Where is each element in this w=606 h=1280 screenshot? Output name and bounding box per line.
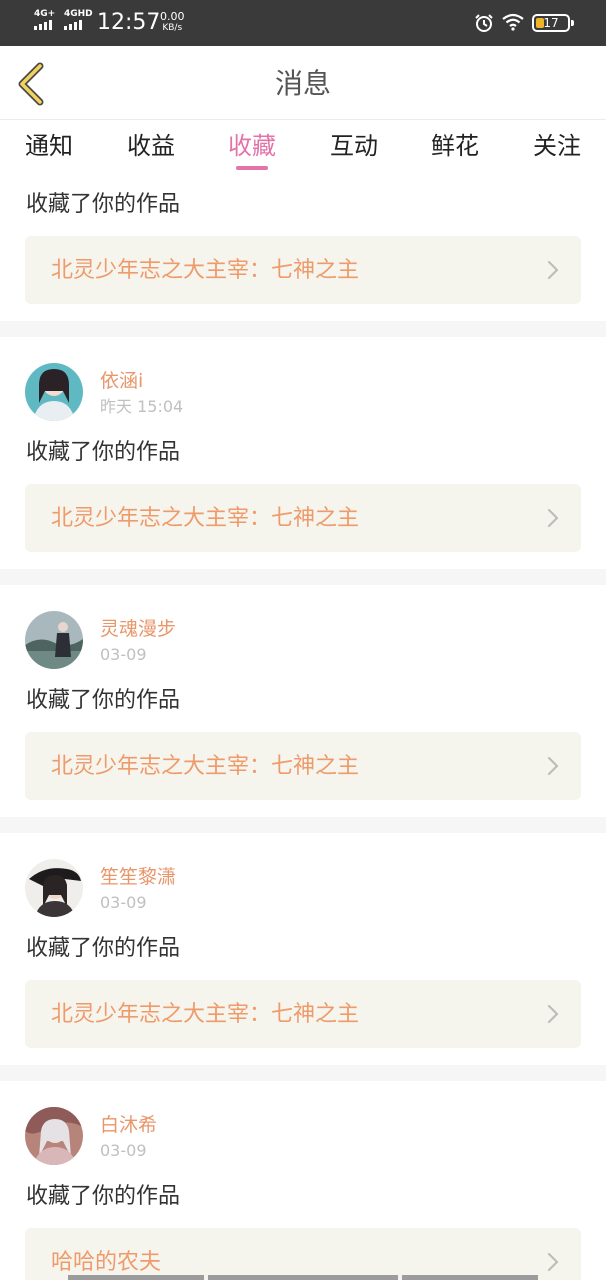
work-title: 北灵少年志之大主宰：七神之主 (51, 258, 360, 283)
favorite-action-text: 收藏了你的作品 (26, 192, 181, 217)
item-divider (0, 1065, 606, 1081)
gesture-bar (0, 1275, 606, 1280)
chevron-right-icon (547, 508, 559, 528)
chevron-right-icon (547, 1252, 559, 1272)
work-title: 北灵少年志之大主宰：七神之主 (51, 506, 360, 531)
avatar[interactable] (25, 611, 83, 669)
work-card[interactable]: 北灵少年志之大主宰：七神之主 (25, 980, 581, 1048)
username[interactable]: 依涵i (100, 369, 143, 393)
app-root: 4G+ 4GHD 12:57 0.00 KB/s 17 消息 通知 收益 收藏 … (0, 0, 606, 1280)
favorite-action-text: 收藏了你的作品 (26, 440, 181, 465)
avatar[interactable] (25, 363, 83, 421)
timestamp: 03-09 (100, 645, 147, 664)
avatar[interactable] (25, 859, 83, 917)
username[interactable]: 笙笙黎潇 (100, 865, 176, 889)
work-title: 北灵少年志之大主宰：七神之主 (51, 1002, 360, 1027)
item-divider (0, 817, 606, 833)
favorite-action-text: 收藏了你的作品 (26, 936, 181, 961)
work-card[interactable]: 北灵少年志之大主宰：七神之主 (25, 484, 581, 552)
username[interactable]: 白沐希 (100, 1113, 157, 1137)
chevron-right-icon (547, 756, 559, 776)
work-card[interactable]: 哈哈的农夫 (25, 1228, 581, 1280)
work-title: 北灵少年志之大主宰：七神之主 (51, 754, 360, 779)
work-card[interactable]: 北灵少年志之大主宰：七神之主 (25, 236, 581, 304)
chevron-right-icon (547, 1004, 559, 1024)
favorite-action-text: 收藏了你的作品 (26, 1184, 181, 1209)
timestamp: 昨天 15:04 (100, 397, 184, 416)
chevron-right-icon (547, 260, 559, 280)
work-card[interactable]: 北灵少年志之大主宰：七神之主 (25, 732, 581, 800)
avatar[interactable] (25, 1107, 83, 1165)
favorite-action-text: 收藏了你的作品 (26, 688, 181, 713)
message-list: 收藏了你的作品 北灵少年志之大主宰：七神之主 依涵i 昨天 15:04 收藏了你… (0, 0, 606, 1280)
username[interactable]: 灵魂漫步 (100, 617, 176, 641)
timestamp: 03-09 (100, 1141, 147, 1160)
timestamp: 03-09 (100, 893, 147, 912)
work-title: 哈哈的农夫 (51, 1250, 162, 1275)
item-divider (0, 321, 606, 337)
item-divider (0, 569, 606, 585)
